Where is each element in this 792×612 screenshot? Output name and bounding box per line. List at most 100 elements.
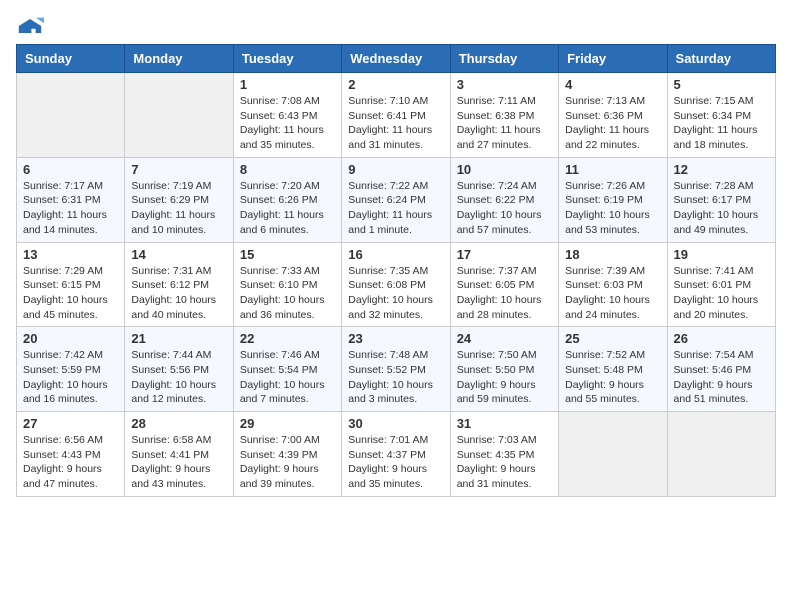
calendar-cell: 28Sunrise: 6:58 AMSunset: 4:41 PMDayligh…: [125, 412, 233, 497]
day-number: 23: [348, 331, 443, 346]
calendar-cell: 22Sunrise: 7:46 AMSunset: 5:54 PMDayligh…: [233, 327, 341, 412]
sunrise-text: Sunrise: 7:26 AM: [565, 179, 660, 194]
sunrise-text: Sunrise: 7:11 AM: [457, 94, 552, 109]
day-number: 30: [348, 416, 443, 431]
calendar-cell: 3Sunrise: 7:11 AMSunset: 6:38 PMDaylight…: [450, 73, 558, 158]
calendar-cell: 27Sunrise: 6:56 AMSunset: 4:43 PMDayligh…: [17, 412, 125, 497]
sunset-text: Sunset: 6:29 PM: [131, 193, 226, 208]
calendar-cell: 17 Sunrise: 7:37 AMSunset: 6:05 PMDayligh…: [450, 242, 558, 327]
calendar-cell: 15Sunrise: 7:33 AMSunset: 6:10 PMDayligh…: [233, 242, 341, 327]
daylight-text: Daylight: 10 hours and 7 minutes.: [240, 378, 335, 407]
sunset-text: Sunset: 5:56 PM: [131, 363, 226, 378]
day-info: Sunrise: 7:46 AMSunset: 5:54 PMDaylight:…: [240, 348, 335, 407]
general-blue-icon: [16, 16, 44, 36]
sunset-text: Sunset: 6:05 PM: [457, 278, 552, 293]
daylight-text: Daylight: 10 hours and 3 minutes.: [348, 378, 443, 407]
column-header-monday: Monday: [125, 45, 233, 73]
day-info: Sunrise: 6:56 AMSunset: 4:43 PMDaylight:…: [23, 433, 118, 492]
sunset-text: Sunset: 5:52 PM: [348, 363, 443, 378]
daylight-text: Daylight: 10 hours and 36 minutes.: [240, 293, 335, 322]
day-number: 3: [457, 77, 552, 92]
calendar-cell: 6Sunrise: 7:17 AMSunset: 6:31 PMDaylight…: [17, 157, 125, 242]
daylight-text: Daylight: 9 hours and 43 minutes.: [131, 462, 226, 491]
daylight-text: Daylight: 11 hours and 35 minutes.: [240, 123, 335, 152]
day-number: 14: [131, 247, 226, 262]
day-number: 24: [457, 331, 552, 346]
calendar-cell: 31Sunrise: 7:03 AMSunset: 4:35 PMDayligh…: [450, 412, 558, 497]
sunrise-text: Sunrise: 7:20 AM: [240, 179, 335, 194]
sunset-text: Sunset: 6:24 PM: [348, 193, 443, 208]
daylight-text: Daylight: 11 hours and 10 minutes.: [131, 208, 226, 237]
daylight-text: Daylight: 10 hours and 16 minutes.: [23, 378, 118, 407]
day-info: Sunrise: 7:03 AMSunset: 4:35 PMDaylight:…: [457, 433, 552, 492]
day-number: 21: [131, 331, 226, 346]
daylight-text: Daylight: 10 hours and 45 minutes.: [23, 293, 118, 322]
daylight-text: Daylight: 10 hours and 12 minutes.: [131, 378, 226, 407]
column-header-friday: Friday: [559, 45, 667, 73]
sunrise-text: Sunrise: 7:31 AM: [131, 264, 226, 279]
sunrise-text: Sunrise: 7:08 AM: [240, 94, 335, 109]
calendar-cell: 29Sunrise: 7:00 AMSunset: 4:39 PMDayligh…: [233, 412, 341, 497]
calendar-cell: 10Sunrise: 7:24 AMSunset: 6:22 PMDayligh…: [450, 157, 558, 242]
daylight-text: Daylight: 10 hours and 28 minutes.: [457, 293, 552, 322]
calendar-cell: 4Sunrise: 7:13 AMSunset: 6:36 PMDaylight…: [559, 73, 667, 158]
day-number: 8: [240, 162, 335, 177]
sunrise-text: Sunrise: 7:33 AM: [240, 264, 335, 279]
calendar-cell: [667, 412, 775, 497]
daylight-text: Daylight: 9 hours and 59 minutes.: [457, 378, 552, 407]
day-number: 25: [565, 331, 660, 346]
sunrise-text: Sunrise: 7:22 AM: [348, 179, 443, 194]
day-info: Sunrise: 7:10 AMSunset: 6:41 PMDaylight:…: [348, 94, 443, 153]
day-info: Sunrise: 7:50 AMSunset: 5:50 PMDaylight:…: [457, 348, 552, 407]
daylight-text: Daylight: 10 hours and 49 minutes.: [674, 208, 769, 237]
sunrise-text: Sunrise: 7:03 AM: [457, 433, 552, 448]
logo: [16, 16, 48, 36]
day-info: Sunrise: 7:37 AMSunset: 6:05 PMDaylight:…: [457, 264, 552, 323]
day-info: Sunrise: 7:13 AMSunset: 6:36 PMDaylight:…: [565, 94, 660, 153]
sunset-text: Sunset: 6:36 PM: [565, 109, 660, 124]
calendar-cell: 8 Sunrise: 7:20 AMSunset: 6:26 PMDaylight…: [233, 157, 341, 242]
sunrise-text: Sunrise: 7:52 AM: [565, 348, 660, 363]
calendar-cell: 18Sunrise: 7:39 AMSunset: 6:03 PMDayligh…: [559, 242, 667, 327]
sunset-text: Sunset: 6:26 PM: [240, 193, 335, 208]
day-info: Sunrise: 7:26 AMSunset: 6:19 PMDaylight:…: [565, 179, 660, 238]
sunset-text: Sunset: 5:59 PM: [23, 363, 118, 378]
day-number: 19: [674, 247, 769, 262]
day-info: Sunrise: 7:17 AMSunset: 6:31 PMDaylight:…: [23, 179, 118, 238]
daylight-text: Daylight: 11 hours and 1 minute.: [348, 208, 443, 237]
calendar-cell: 19 Sunrise: 7:41 AMSunset: 6:01 PMDayligh…: [667, 242, 775, 327]
sunrise-text: Sunrise: 7:46 AM: [240, 348, 335, 363]
sunset-text: Sunset: 6:12 PM: [131, 278, 226, 293]
sunset-text: Sunset: 4:37 PM: [348, 448, 443, 463]
sunset-text: Sunset: 5:50 PM: [457, 363, 552, 378]
sunset-text: Sunset: 5:48 PM: [565, 363, 660, 378]
day-info: Sunrise: 7:24 AMSunset: 6:22 PMDaylight:…: [457, 179, 552, 238]
daylight-text: Daylight: 10 hours and 32 minutes.: [348, 293, 443, 322]
sunset-text: Sunset: 4:35 PM: [457, 448, 552, 463]
day-number: 17: [457, 247, 552, 262]
sunrise-text: Sunrise: 7:29 AM: [23, 264, 118, 279]
day-number: 20: [23, 331, 118, 346]
daylight-text: Daylight: 9 hours and 31 minutes.: [457, 462, 552, 491]
day-info: Sunrise: 7:41 AMSunset: 6:01 PMDaylight:…: [674, 264, 769, 323]
calendar-cell: 24 Sunrise: 7:50 AMSunset: 5:50 PMDayligh…: [450, 327, 558, 412]
column-header-saturday: Saturday: [667, 45, 775, 73]
calendar-cell: [559, 412, 667, 497]
day-info: Sunrise: 7:28 AMSunset: 6:17 PMDaylight:…: [674, 179, 769, 238]
sunrise-text: Sunrise: 7:01 AM: [348, 433, 443, 448]
calendar-cell: 14Sunrise: 7:31 AMSunset: 6:12 PMDayligh…: [125, 242, 233, 327]
calendar-table: SundayMondayTuesdayWednesdayThursdayFrid…: [16, 44, 776, 497]
calendar-cell: 1Sunrise: 7:08 AMSunset: 6:43 PMDaylight…: [233, 73, 341, 158]
day-info: Sunrise: 6:58 AMSunset: 4:41 PMDaylight:…: [131, 433, 226, 492]
day-info: Sunrise: 7:29 AMSunset: 6:15 PMDaylight:…: [23, 264, 118, 323]
calendar-cell: [125, 73, 233, 158]
day-info: Sunrise: 7:33 AMSunset: 6:10 PMDaylight:…: [240, 264, 335, 323]
daylight-text: Daylight: 11 hours and 6 minutes.: [240, 208, 335, 237]
calendar-cell: 20Sunrise: 7:42 AMSunset: 5:59 PMDayligh…: [17, 327, 125, 412]
sunset-text: Sunset: 6:10 PM: [240, 278, 335, 293]
day-number: 9: [348, 162, 443, 177]
calendar-cell: [17, 73, 125, 158]
day-number: 12: [674, 162, 769, 177]
sunset-text: Sunset: 6:17 PM: [674, 193, 769, 208]
sunset-text: Sunset: 6:08 PM: [348, 278, 443, 293]
